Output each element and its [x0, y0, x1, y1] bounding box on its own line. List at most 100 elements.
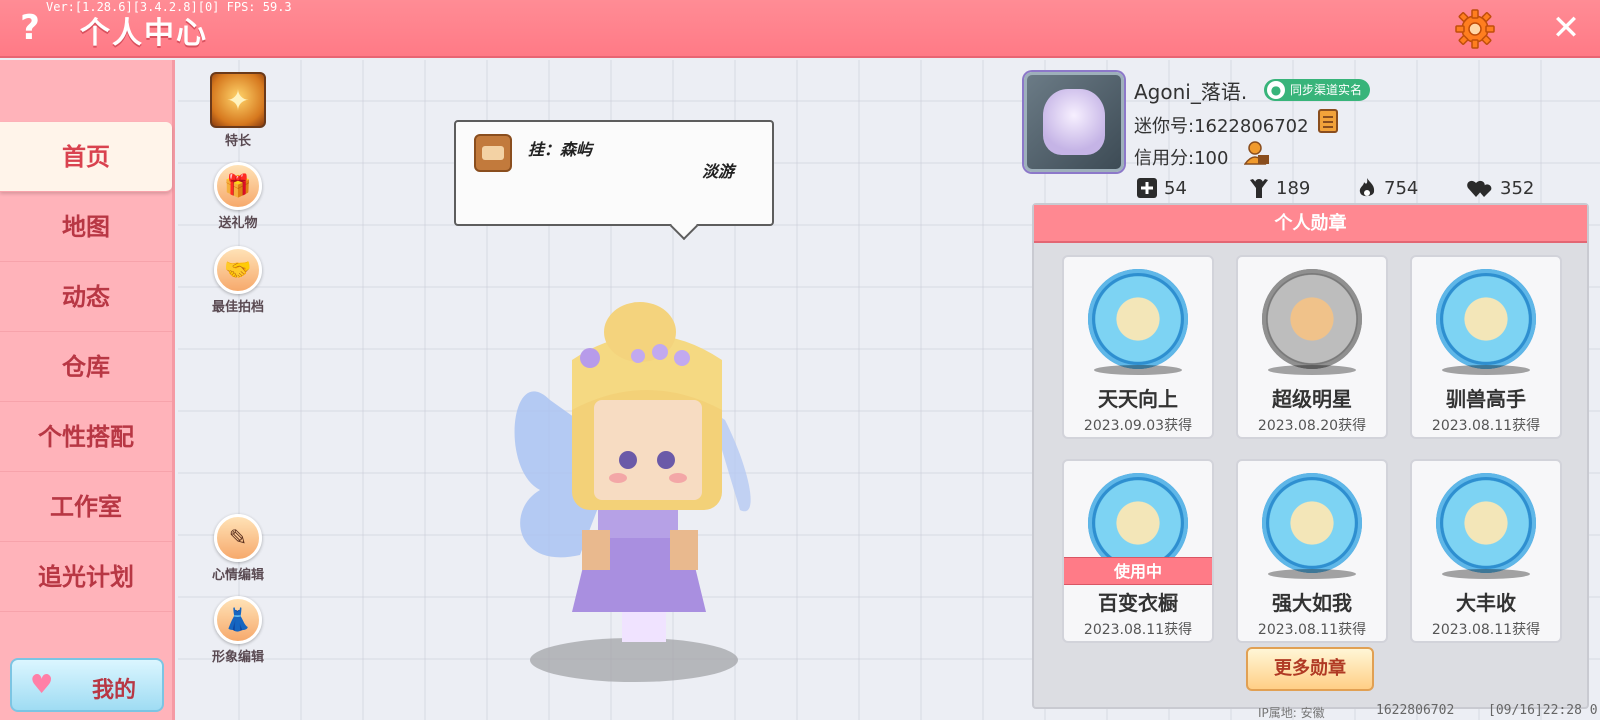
beast-tamer-medal-icon — [1436, 269, 1536, 369]
sidebar-item-label: 工作室 — [50, 493, 122, 521]
sidebar-item-label: 仓库 — [62, 353, 110, 381]
medal-date: 2023.08.11获得 — [1083, 622, 1193, 638]
medal-shadow — [1268, 365, 1356, 375]
copy-icon[interactable] — [1318, 109, 1338, 133]
sidebar-item-home[interactable]: 首页 — [0, 122, 172, 192]
specialty-icon: ✦ — [210, 72, 266, 128]
medal-date: 2023.09.03获得 — [1083, 418, 1193, 434]
stat-fans-value: 189 — [1276, 177, 1311, 199]
hearts-icon — [1467, 180, 1492, 197]
medal-card[interactable]: 驯兽高手 2023.08.11获得 — [1410, 255, 1562, 439]
appearance-edit-label: 形象编辑 — [211, 650, 264, 665]
star-bear-medal-icon — [1262, 269, 1362, 369]
username: Agoni_落语. — [1134, 80, 1248, 104]
medal-name: 天天向上 — [1098, 387, 1178, 411]
settings-button[interactable] — [1454, 8, 1496, 50]
calendar-medal-icon — [1088, 269, 1188, 369]
sidebar-item-outfit[interactable]: 个性搭配 — [0, 402, 172, 472]
sidebar-item-label: 首页 — [62, 143, 110, 171]
harvest-medal-icon — [1436, 473, 1536, 573]
outfit-icon: 👗 — [214, 596, 262, 644]
close-icon: ✕ — [1551, 8, 1581, 48]
medal-date: 2023.08.11获得 — [1257, 622, 1367, 638]
sidebar-item-map[interactable]: 地图 — [0, 192, 172, 262]
medal-shadow — [1268, 569, 1356, 579]
avatar-face — [1043, 89, 1105, 155]
user-icon: ● — [1267, 81, 1285, 99]
my-button-label: 我的 — [92, 678, 137, 703]
sidebar-item-storage[interactable]: 仓库 — [0, 332, 172, 402]
medal-name: 大丰收 — [1456, 591, 1516, 615]
edit-icon: ✎ — [214, 514, 262, 562]
stat-friends[interactable]: 54 — [1136, 176, 1187, 200]
footer-timestamp: [09/16]22:28 0 [7 — [1488, 703, 1600, 718]
avatar[interactable] — [1024, 72, 1124, 172]
sidebar-item-label: 地图 — [62, 213, 110, 241]
sidebar-item-studio[interactable]: 工作室 — [0, 472, 172, 542]
sidebar-item-label: 个性搭配 — [38, 423, 134, 451]
sidebar-item-light-plan[interactable]: 追光计划 — [0, 542, 172, 612]
credit-score: 信用分:100 — [1134, 148, 1229, 169]
send-gift-label: 送礼物 — [218, 216, 258, 231]
sync-realname-badge[interactable]: ● 同步渠道实名 — [1264, 79, 1371, 101]
stat-popularity[interactable]: 754 — [1356, 176, 1418, 200]
sync-badge-label: 同步渠道实名 — [1290, 83, 1363, 97]
medal-card[interactable]: 天天向上 2023.09.03获得 — [1062, 255, 1214, 439]
medal-name: 百变衣橱 — [1098, 591, 1178, 615]
best-partner-label: 最佳拍档 — [211, 300, 264, 315]
handshake-icon: 🤝 — [214, 246, 262, 294]
stat-friends-value: 54 — [1164, 177, 1187, 199]
sidebar-item-label: 追光计划 — [38, 563, 134, 591]
sidebar-item-feed[interactable]: 动态 — [0, 262, 172, 332]
medal-name: 超级明星 — [1272, 387, 1352, 411]
close-button[interactable]: ✕ — [1548, 10, 1584, 46]
sidebar-item-label: 动态 — [62, 283, 110, 311]
bear-icon — [474, 134, 512, 172]
specialty-label: 特长 — [224, 134, 251, 149]
medal-date: 2023.08.20获得 — [1257, 418, 1367, 434]
appearance-edit-button[interactable]: 👗 形象编辑 — [198, 596, 278, 665]
medal-date: 2023.08.11获得 — [1431, 622, 1541, 638]
specialty-button[interactable]: ✦ 特长 — [198, 72, 278, 149]
fire-icon — [1359, 178, 1375, 197]
gear-icon — [1455, 9, 1495, 49]
status-bubble: 挂：森屿 淡游 — [454, 120, 774, 226]
medal-shadow — [1442, 569, 1530, 579]
add-friend-icon — [1137, 178, 1157, 198]
sidebar: 首页 地图 动态 仓库 个性搭配 工作室 追光计划 ♥ 我的 — [0, 60, 175, 720]
medal-name: 驯兽高手 — [1446, 387, 1526, 411]
mood-edit-button[interactable]: ✎ 心情编辑 — [198, 514, 278, 583]
question-icon: ? — [20, 8, 40, 48]
page-title: 个人中心 — [80, 16, 208, 51]
my-button[interactable]: ♥ 我的 — [10, 658, 164, 712]
medal-panel: 个人勋章 天天向上 2023.09.03获得 超级明星 2023.08.20获得… — [1032, 203, 1589, 709]
heart-icon: ♥ — [30, 670, 54, 700]
medal-shadow — [1094, 365, 1182, 375]
bubble-line2: 淡游 — [702, 162, 735, 181]
gift-icon: 🎁 — [214, 162, 262, 210]
send-gift-button[interactable]: 🎁 送礼物 — [198, 162, 278, 231]
medal-card[interactable]: 强大如我 2023.08.11获得 — [1236, 459, 1388, 643]
strong-medal-icon — [1262, 473, 1362, 573]
medal-shadow — [1442, 365, 1530, 375]
stat-likes[interactable]: 352 — [1466, 176, 1534, 200]
player-character[interactable] — [510, 300, 810, 690]
bubble-line1: 挂：森屿 — [528, 140, 593, 159]
ip-location: IP属地: 安徽 — [1258, 706, 1325, 720]
in-use-badge: 使用中 — [1064, 557, 1212, 585]
mini-id: 迷你号:1622806702 — [1134, 116, 1309, 137]
medal-card[interactable]: 超级明星 2023.08.20获得 — [1236, 255, 1388, 439]
more-medals-button[interactable]: 更多勋章 — [1246, 647, 1374, 691]
best-partner-button[interactable]: 🤝 最佳拍档 — [198, 246, 278, 315]
stat-likes-value: 352 — [1500, 177, 1535, 199]
medal-card[interactable]: 大丰收 2023.08.11获得 — [1410, 459, 1562, 643]
credit-user-icon[interactable] — [1244, 140, 1270, 166]
fans-icon — [1250, 179, 1268, 198]
medal-date: 2023.08.11获得 — [1431, 418, 1541, 434]
medal-panel-title: 个人勋章 — [1034, 205, 1587, 243]
stat-fans[interactable]: 189 — [1248, 176, 1310, 200]
footer-uid: 1622806702 — [1376, 703, 1455, 718]
stat-popularity-value: 754 — [1384, 177, 1419, 199]
medal-card[interactable]: 使用中 百变衣橱 2023.08.11获得 — [1062, 459, 1214, 643]
medal-name: 强大如我 — [1272, 591, 1352, 615]
